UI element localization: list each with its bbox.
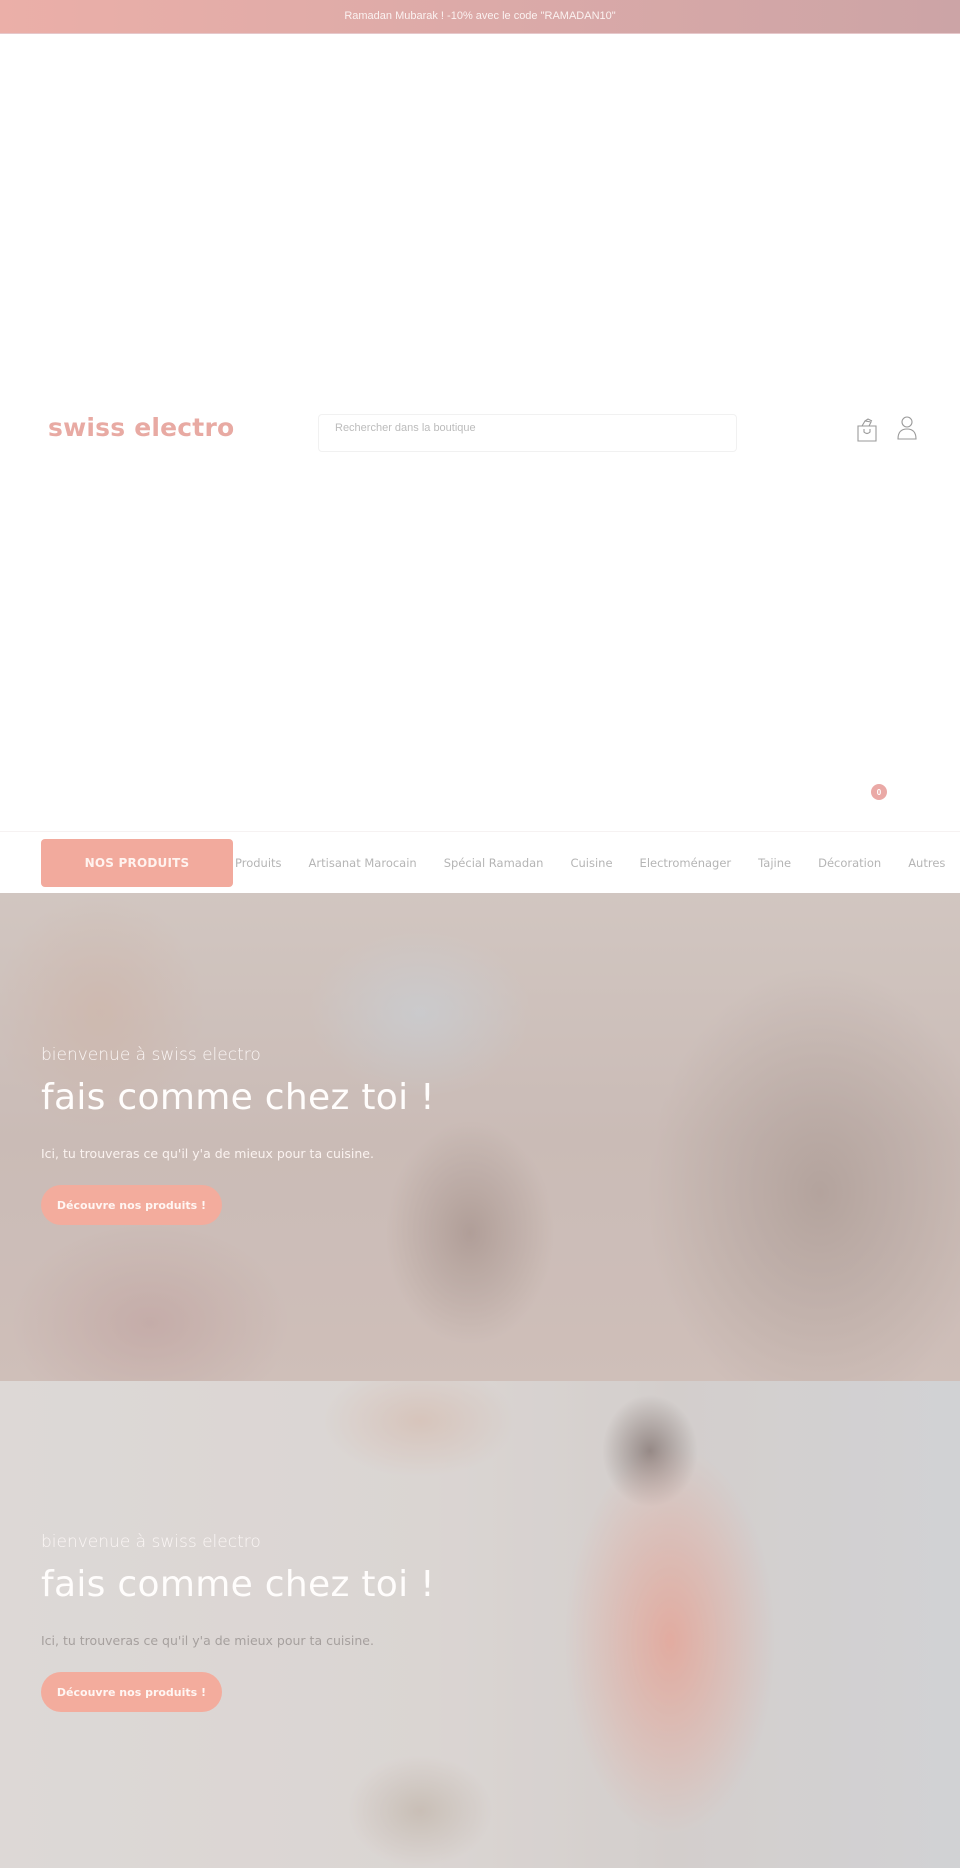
hero-content: bienvenue à swiss electro fais comme che…	[41, 1532, 435, 1712]
account-button[interactable]	[894, 414, 920, 442]
nav-link-cuisine[interactable]: Cuisine	[570, 856, 612, 870]
hero-content: bienvenue à swiss electro fais comme che…	[41, 1045, 435, 1225]
cart-count-badge: 0	[871, 784, 887, 800]
hero-subtitle: Ici, tu trouveras ce qu'il y'a de mieux …	[41, 1146, 374, 1161]
nav-links: Produits Artisanat Marocain Spécial Rama…	[235, 832, 960, 894]
main-navigation: NOS PRODUITS Produits Artisanat Marocain…	[0, 831, 960, 893]
nav-link-special-ramadan[interactable]: Spécial Ramadan	[444, 856, 544, 870]
discover-products-button[interactable]: Découvre nos produits !	[41, 1672, 222, 1712]
hero-title: fais comme chez toi !	[41, 1077, 435, 1118]
announcement-bar: Ramadan Mubarak ! -10% avec le code "RAM…	[0, 0, 960, 34]
nav-link-tajine[interactable]: Tajine	[758, 856, 791, 870]
hero-title: fais comme chez toi !	[41, 1564, 435, 1605]
hero-subtitle: Ici, tu trouveras ce qu'il y'a de mieux …	[41, 1633, 374, 1648]
search-box[interactable]	[318, 414, 737, 452]
hero-slide-kitchen: bienvenue à swiss electro fais comme che…	[0, 1381, 960, 1868]
nav-link-electromenager[interactable]: Electroménager	[640, 856, 732, 870]
announcement-text: Ramadan Mubarak ! -10% avec le code "RAM…	[344, 10, 616, 22]
hero-slide-ramadan: bienvenue à swiss electro fais comme che…	[0, 893, 960, 1381]
nos-produits-button[interactable]: NOS PRODUITS	[41, 839, 233, 887]
nav-link-decoration[interactable]: Décoration	[818, 856, 881, 870]
shopping-bag-icon	[857, 418, 877, 442]
site-logo[interactable]: swiss electro	[48, 413, 234, 442]
hero-kicker: bienvenue à swiss electro	[41, 1532, 261, 1552]
nav-link-artisanat-marocain[interactable]: Artisanat Marocain	[309, 856, 417, 870]
nav-link-autres[interactable]: Autres	[908, 856, 945, 870]
nav-link-produits[interactable]: Produits	[235, 856, 282, 870]
search-input[interactable]	[319, 415, 736, 451]
hero-kicker: bienvenue à swiss electro	[41, 1045, 261, 1065]
cart-button[interactable]	[854, 416, 880, 444]
discover-products-button[interactable]: Découvre nos produits !	[41, 1185, 222, 1225]
user-icon	[897, 416, 917, 440]
